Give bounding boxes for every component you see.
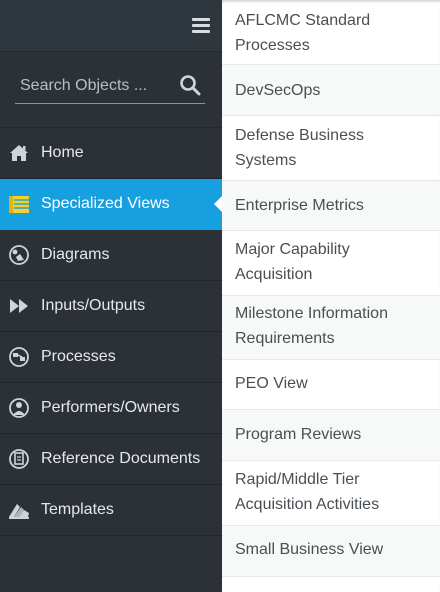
submenu-item-rapid-middle-tier-acquisition-activities[interactable]: Rapid/Middle Tier Acquisition Activities — [222, 461, 440, 526]
search-icon[interactable] — [179, 74, 201, 96]
submenu-item-small-business-view[interactable]: Small Business View — [222, 526, 440, 577]
submenu-item-enterprise-metrics[interactable]: Enterprise Metrics — [222, 181, 440, 231]
specialized-views-submenu: AFLCMC Standard Processes DevSecOps Defe… — [222, 0, 440, 592]
submenu-item-peo-view[interactable]: PEO View — [222, 360, 440, 410]
sidebar-item-processes[interactable]: Processes — [0, 332, 222, 383]
templates-icon — [9, 504, 29, 519]
sidebar-item-label: Performers/Owners — [41, 399, 180, 416]
diagram-icon — [9, 245, 29, 265]
sidebar-item-templates[interactable]: Templates — [0, 485, 222, 536]
submenu-item-devsecops[interactable]: DevSecOps — [222, 65, 440, 116]
submenu-item-label: PEO View — [235, 375, 308, 392]
submenu-item-label: DevSecOps — [235, 82, 321, 99]
fast-forward-icon — [10, 299, 28, 313]
hamburger-menu-icon[interactable] — [192, 17, 210, 33]
document-icon — [9, 449, 29, 469]
submenu-item-label: Rapid/Middle Tier Acquisition Activities — [235, 471, 380, 513]
person-icon — [9, 398, 29, 418]
home-icon — [10, 145, 28, 161]
sidebar-item-specialized-views[interactable]: Specialized Views — [0, 179, 222, 230]
sidebar-item-inputs-outputs[interactable]: Inputs/Outputs — [0, 281, 222, 332]
sidebar-item-label: Templates — [41, 501, 114, 518]
sidebar-item-label: Diagrams — [41, 246, 110, 263]
processes-icon — [9, 347, 29, 367]
search-input[interactable] — [20, 75, 170, 97]
submenu-item-major-capability-acquisition[interactable]: Major Capability Acquisition — [222, 231, 440, 296]
sidebar-item-label: Processes — [41, 348, 116, 365]
submenu-item-milestone-information-requirements[interactable]: Milestone Information Requirements — [222, 296, 440, 360]
sidebar-item-label: Specialized Views — [41, 195, 170, 212]
submenu-item-label: Defense Business Systems — [235, 127, 364, 169]
submenu-item-label: Program Reviews — [235, 426, 362, 443]
submenu-item-label: Small Business View — [235, 541, 384, 558]
sidebar-item-label: Inputs/Outputs — [41, 297, 146, 314]
sidebar-nav: Home Specialized Views Diagrams Inputs/O… — [0, 128, 222, 536]
sidebar-item-label: Reference Documents — [41, 450, 201, 467]
sidebar-item-performers-owners[interactable]: Performers/Owners — [0, 383, 222, 434]
submenu-item-label: Major Capability Acquisition — [235, 241, 350, 283]
submenu-item-program-reviews[interactable]: Program Reviews — [222, 410, 440, 461]
search-area — [0, 52, 222, 128]
sidebar: Home Specialized Views Diagrams — [0, 0, 222, 592]
sidebar-item-diagrams[interactable]: Diagrams — [0, 230, 222, 281]
sidebar-item-reference-documents[interactable]: Reference Documents — [0, 434, 222, 485]
submenu-item-label: Milestone Information Requirements — [235, 305, 388, 347]
sidebar-item-home[interactable]: Home — [0, 128, 222, 179]
sidebar-item-label: Home — [41, 144, 84, 161]
submenu-item-label: Enterprise Metrics — [235, 197, 364, 214]
submenu-item-label: AFLCMC Standard Processes — [235, 12, 371, 54]
search-field — [15, 70, 205, 104]
list-icon — [9, 196, 29, 213]
submenu-item-defense-business-systems[interactable]: Defense Business Systems — [222, 116, 440, 181]
submenu-item-aflcmc-standard-processes[interactable]: AFLCMC Standard Processes — [222, 0, 440, 65]
sidebar-header — [0, 0, 222, 52]
